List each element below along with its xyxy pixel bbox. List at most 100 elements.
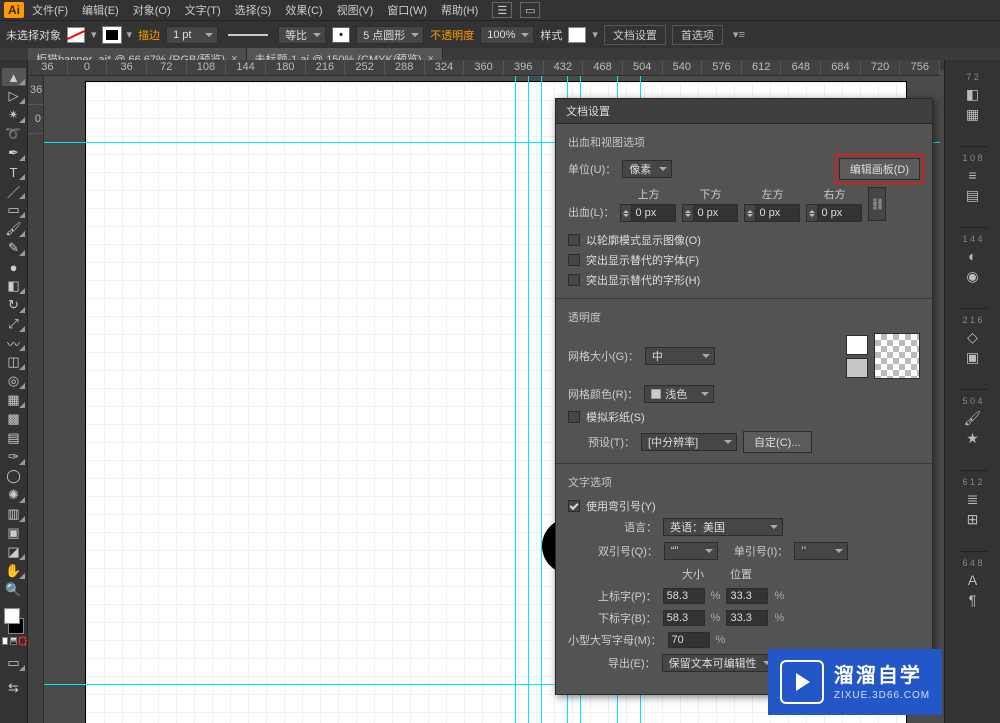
style-swatch[interactable] — [568, 27, 586, 43]
color-mode-row[interactable] — [2, 637, 26, 649]
menu-view[interactable]: 视图(V) — [331, 0, 380, 20]
none-color-icon[interactable] — [19, 637, 26, 645]
paintbrush-tool[interactable]: 🖌 — [2, 220, 26, 238]
change-screen-icon[interactable]: ⇆ — [2, 679, 26, 697]
solid-color-icon[interactable] — [2, 637, 9, 645]
transparency-panel-icon[interactable]: ◐ — [959, 248, 987, 264]
unit-select[interactable]: 像素 — [622, 160, 672, 178]
sup-pos-input[interactable] — [726, 588, 768, 604]
screen-mode-tool[interactable]: ▭ — [2, 654, 26, 672]
para-panel-icon[interactable]: ¶ — [959, 592, 987, 608]
ruler-vertical[interactable]: 36 0 — [28, 76, 44, 723]
edit-artboard-button[interactable]: 编辑画板(D) — [839, 158, 920, 180]
align-panel-icon[interactable]: ≣ — [959, 491, 987, 507]
export-select[interactable]: 保留文本可编辑性 — [662, 654, 776, 672]
symbol-sprayer-tool[interactable]: ✺ — [2, 486, 26, 504]
zoom-tool[interactable]: 🔍 — [2, 581, 26, 599]
checkbox-simpaper[interactable] — [568, 411, 580, 423]
doc-settings-button[interactable]: 文档设置 — [604, 25, 666, 45]
transform-panel-icon[interactable]: ⊞ — [959, 511, 987, 527]
free-transform-tool[interactable]: ◫ — [2, 353, 26, 371]
chevron-down-icon[interactable]: ▾ — [91, 28, 97, 41]
bleed-bottom-input[interactable] — [694, 204, 738, 222]
blend-tool[interactable]: ◯ — [2, 467, 26, 485]
dquote-select[interactable]: “” — [664, 542, 718, 560]
spinner-icon[interactable] — [620, 204, 632, 222]
squote-select[interactable]: ‘’ — [794, 542, 848, 560]
menu-window[interactable]: 窗口(W) — [381, 0, 433, 20]
gradient-tool[interactable]: ▤ — [2, 429, 26, 447]
slice-tool[interactable]: ◪ — [2, 543, 26, 561]
type-tool[interactable]: T — [2, 163, 26, 181]
stroke-uniform-select[interactable]: 等比 — [278, 26, 326, 44]
perspective-tool[interactable]: ▦ — [2, 391, 26, 409]
spinner-icon[interactable] — [744, 204, 756, 222]
stroke-profile-icon[interactable] — [228, 34, 268, 36]
menu-type[interactable]: 文字(T) — [179, 0, 227, 20]
rectangle-tool[interactable]: ▭ — [2, 201, 26, 219]
char-panel-icon[interactable]: A — [959, 572, 987, 588]
preset-select[interactable]: [中分辨率] — [641, 433, 737, 451]
width-tool[interactable]: 〰 — [2, 334, 26, 352]
hand-tool[interactable]: ✋ — [2, 562, 26, 580]
menu-file[interactable]: 文件(F) — [26, 0, 74, 20]
menu-extra-icon-2[interactable]: ▭ — [520, 2, 540, 18]
prefs-button[interactable]: 首选项 — [672, 25, 723, 45]
menu-extra-icon-1[interactable]: ☰ — [492, 2, 512, 18]
gradient-panel-icon[interactable]: ▤ — [959, 187, 987, 203]
stroke-label[interactable]: 描边 — [138, 27, 160, 43]
gridsize-select[interactable]: 中 — [645, 347, 715, 365]
gridcolor-select[interactable]: 浅色 — [644, 385, 714, 403]
rotate-tool[interactable]: ↻ — [2, 296, 26, 314]
link-bleed-icon[interactable]: ⛓ — [868, 187, 886, 221]
menu-edit[interactable]: 编辑(E) — [76, 0, 125, 20]
trans-swatch-white[interactable] — [846, 335, 868, 355]
blob-brush-tool[interactable]: ● — [2, 258, 26, 276]
spinner-icon[interactable] — [806, 204, 818, 222]
trans-swatch-gray[interactable] — [846, 358, 868, 378]
stroke-swatch[interactable] — [103, 27, 121, 43]
magic-wand-tool[interactable]: ✴ — [2, 106, 26, 124]
selection-tool[interactable]: ▲ — [2, 68, 26, 86]
shape-builder-tool[interactable]: ◎ — [2, 372, 26, 390]
graphic-styles-panel-icon[interactable]: ◇ — [959, 329, 987, 345]
menu-select[interactable]: 选择(S) — [229, 0, 278, 20]
layers-panel-icon[interactable]: ▣ — [959, 349, 987, 365]
eyedropper-tool[interactable]: ✑ — [2, 448, 26, 466]
smallcaps-input[interactable] — [668, 632, 710, 648]
brushes-panel-icon[interactable]: 🖌 — [959, 410, 987, 426]
ruler-horizontal[interactable]: 36 0 36 72 108 144 180 216 252 288 324 3… — [28, 60, 940, 76]
direct-selection-tool[interactable]: ▷ — [2, 87, 26, 105]
menu-help[interactable]: 帮助(H) — [435, 0, 484, 20]
pencil-tool[interactable]: ✎ — [2, 239, 26, 257]
brush-preview[interactable]: • — [332, 27, 350, 43]
color-panel-icon[interactable]: ◧ — [959, 86, 987, 102]
appearance-panel-icon[interactable]: ◉ — [959, 268, 987, 284]
sub-pos-input[interactable] — [726, 610, 768, 626]
chevron-down-icon[interactable]: ▾ — [127, 28, 133, 41]
bleed-left-input[interactable] — [756, 204, 800, 222]
scale-tool[interactable]: ⤢ — [2, 315, 26, 333]
eraser-tool[interactable]: ◧ — [2, 277, 26, 295]
checkbox-fonts[interactable] — [568, 254, 580, 266]
checkbox-quotes[interactable] — [568, 500, 580, 512]
sup-size-input[interactable] — [663, 588, 705, 604]
swatches-panel-icon[interactable]: ▦ — [959, 106, 987, 122]
stroke-panel-icon[interactable]: ≡ — [959, 167, 987, 183]
spinner-icon[interactable] — [682, 204, 694, 222]
line-tool[interactable]: ／ — [2, 182, 26, 200]
symbols-panel-icon[interactable]: ★ — [959, 430, 987, 446]
opacity-label[interactable]: 不透明度 — [430, 27, 474, 43]
fill-color[interactable] — [4, 608, 20, 624]
stroke-weight-select[interactable]: 1 pt — [166, 26, 218, 44]
artboard-tool[interactable]: ▣ — [2, 524, 26, 542]
mesh-tool[interactable]: ▩ — [2, 410, 26, 428]
chevron-down-icon[interactable]: ▾ — [592, 28, 598, 41]
graph-tool[interactable]: ▥ — [2, 505, 26, 523]
brush-select[interactable]: 5 点圆形 — [356, 26, 424, 44]
dialog-title[interactable]: 文档设置 — [556, 99, 932, 124]
menu-object[interactable]: 对象(O) — [127, 0, 177, 20]
checkbox-outline[interactable] — [568, 234, 580, 246]
lasso-tool[interactable]: ➰ — [2, 125, 26, 143]
bleed-right-input[interactable] — [818, 204, 862, 222]
